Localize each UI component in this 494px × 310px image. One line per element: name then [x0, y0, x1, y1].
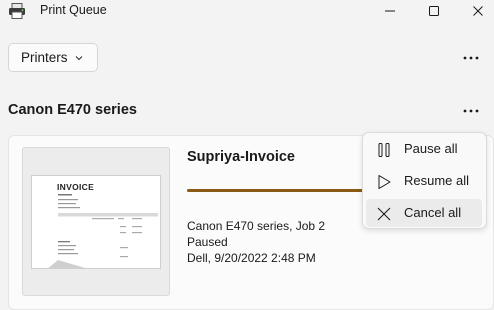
- more-horizontal-icon: [463, 56, 479, 60]
- close-button[interactable]: [455, 0, 494, 22]
- minimize-icon: [385, 10, 395, 12]
- menu-item-resume-all[interactable]: Resume all: [366, 167, 482, 195]
- invoice-heading: INVOICE: [57, 182, 95, 192]
- more-horizontal-icon: [463, 109, 479, 113]
- job-progress-bar: [187, 189, 363, 192]
- toolbar-more-button[interactable]: [457, 44, 485, 72]
- window-title: Print Queue: [40, 3, 107, 17]
- job-status: Paused: [187, 235, 228, 249]
- maximize-icon: [429, 6, 439, 16]
- job-owner-time: Dell, 9/20/2022 2:48 PM: [187, 251, 316, 265]
- printer-more-button[interactable]: [457, 97, 485, 125]
- document-preview-page: [31, 175, 161, 269]
- close-icon: [473, 6, 483, 16]
- menu-item-label: Pause all: [404, 141, 458, 156]
- menu-item-pause-all[interactable]: Pause all: [366, 135, 482, 163]
- menu-item-label: Cancel all: [404, 205, 462, 220]
- menu-item-cancel-all[interactable]: Cancel all: [366, 199, 482, 227]
- chevron-down-icon: [75, 56, 83, 61]
- maximize-button[interactable]: [411, 0, 457, 22]
- document-name: Supriya-Invoice: [187, 149, 295, 165]
- invoice-preview-graphic: [48, 194, 158, 268]
- menu-item-label: Resume all: [404, 173, 470, 188]
- printer-name: Canon E470 series: [8, 102, 137, 118]
- printers-label: Printers: [21, 50, 68, 65]
- close-icon: [377, 207, 391, 221]
- pause-icon: [378, 143, 390, 157]
- play-icon: [378, 175, 391, 189]
- printers-dropdown[interactable]: Printers: [8, 43, 98, 72]
- printer-icon: [8, 3, 26, 19]
- minimize-button[interactable]: [367, 0, 413, 22]
- job-printer-info: Canon E470 series, Job 2: [187, 219, 326, 233]
